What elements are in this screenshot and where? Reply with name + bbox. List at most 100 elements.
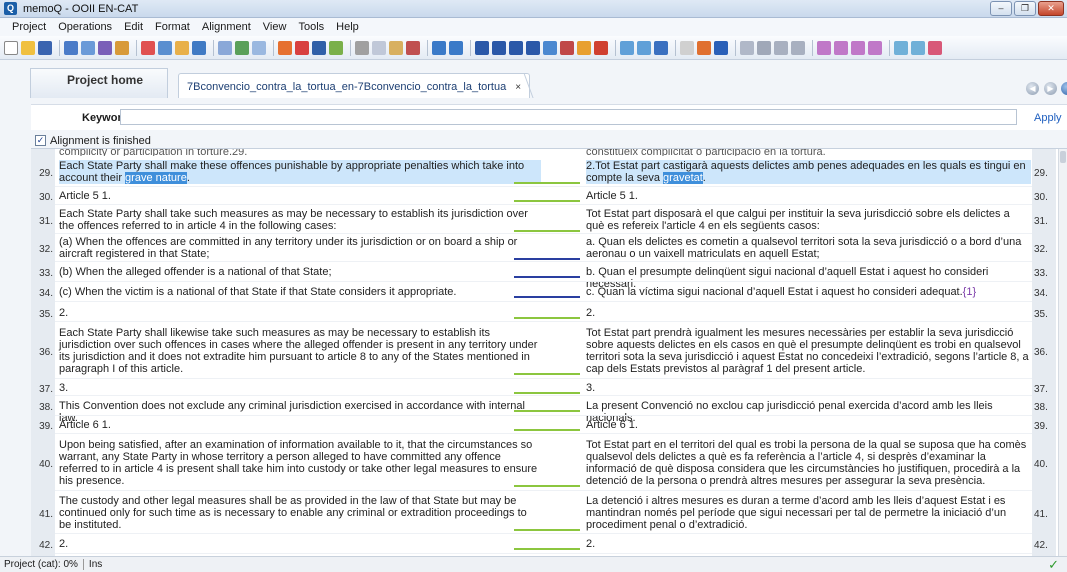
source-segment[interactable]: (b) When the alleged offender is a natio… [59,266,541,278]
preview-icon[interactable] [851,40,865,55]
insert-icon[interactable] [278,40,292,55]
paste-icon[interactable] [389,40,403,55]
statistics-icon[interactable] [868,40,882,55]
segment-row[interactable]: 32. (a) When the offences are committed i… [31,234,1048,262]
qa-icon[interactable] [654,40,668,55]
target-segment[interactable]: c. Quan la víctima sigui nacional d’aque… [586,286,1031,298]
source-segment[interactable]: Each State Party shall likewise take suc… [59,327,541,375]
menu-project[interactable]: Project [6,21,52,33]
nav-menu-icon[interactable] [1061,82,1067,95]
clear-icon[interactable] [560,40,574,55]
source-segment[interactable]: Article 5 1. [59,190,541,202]
save-icon[interactable] [38,40,52,55]
close-tab-icon[interactable]: × [515,82,521,93]
target-segment[interactable]: Tot Estat part disposarà el que calgui p… [586,208,1031,232]
import-icon[interactable] [834,40,848,55]
segment-row[interactable]: 31. Each State Party shall take such meas… [31,206,1048,234]
keywords-input[interactable] [120,109,1017,125]
filter-icon[interactable] [740,40,754,55]
source-segment[interactable]: The custody and other legal measures sha… [59,495,541,531]
segment-row[interactable]: 38. This Convention does not exclude any … [31,396,1048,424]
segment-row[interactable]: 33. (b) When the alleged offender is a na… [31,262,1048,290]
undo-icon[interactable] [432,40,446,55]
lock-icon[interactable] [791,40,805,55]
segment-row[interactable]: 39. Article 6 1. Article 6 1. 39. [31,416,1048,434]
source-segment[interactable]: Article 6 1. [59,419,541,431]
stop-icon[interactable] [594,40,608,55]
layout-icon[interactable] [894,40,908,55]
no-icon[interactable] [714,40,728,55]
alignment-link[interactable] [514,182,580,184]
cut-icon[interactable] [355,40,369,55]
edit-icon[interactable] [175,40,189,55]
target-segment[interactable]: 2. [586,538,1031,550]
format-icon[interactable] [406,40,420,55]
redo-icon[interactable] [449,40,463,55]
alignment-link[interactable] [514,548,580,550]
alignment-link[interactable] [514,276,580,278]
segment-row[interactable]: 41. The custody and other legal measures … [31,491,1048,534]
target-segment[interactable]: 3. [586,382,1031,394]
maximize-button[interactable]: ❐ [1014,1,1036,16]
warning-icon[interactable] [577,40,591,55]
segment-row[interactable]: 40. Upon being satisfied, after an examin… [31,434,1048,491]
alignment-link[interactable] [514,296,580,298]
menu-format[interactable]: Format [149,21,196,33]
comment-icon[interactable] [757,40,771,55]
minimize-button[interactable]: – [990,1,1012,16]
segment-row[interactable]: 35. 2. 2. 35. [31,303,1048,322]
alignment-link[interactable] [514,373,580,375]
alignment-link[interactable] [514,200,580,202]
alignment-finished-checkbox[interactable]: ✓ [35,135,46,146]
segment-row[interactable]: 29. Each State Party shall make these off… [31,157,1048,187]
source-segment[interactable]: Upon being satisfied, after an examinati… [59,439,541,487]
segment-icon[interactable] [492,40,506,55]
segment-icon[interactable] [509,40,523,55]
target-segment[interactable]: Tot Estat part en el territori del qual … [586,439,1031,487]
alignment-link[interactable] [514,258,580,260]
open-folder-icon[interactable] [21,40,35,55]
target-segment[interactable]: Tot Estat part prendrà igualment les mes… [586,327,1031,375]
list-icon[interactable] [252,40,266,55]
join-icon[interactable] [312,40,326,55]
dropdown-icon[interactable] [637,40,651,55]
split-icon[interactable] [98,40,112,55]
tag-icon[interactable] [543,40,557,55]
alignment-link[interactable] [514,230,580,232]
search-icon[interactable] [235,40,249,55]
grid-icon[interactable] [158,40,172,55]
confirm-icon[interactable] [774,40,788,55]
apply-button[interactable]: Apply [1034,112,1062,124]
alignment-link[interactable] [514,529,580,531]
move-icon[interactable] [329,40,343,55]
merge-icon[interactable] [218,40,232,55]
scrollbar-thumb[interactable] [1060,151,1066,163]
copy-icon[interactable] [372,40,386,55]
delete-icon[interactable] [295,40,309,55]
segment-icon[interactable] [475,40,489,55]
segment-row[interactable]: 37. 3. 3. 37. [31,379,1048,396]
source-segment[interactable]: Each State Party shall make these offenc… [59,160,541,184]
layout-icon[interactable] [911,40,925,55]
alignment-link[interactable] [514,485,580,487]
sort-icon[interactable] [81,40,95,55]
filter-icon[interactable] [115,40,129,55]
source-segment[interactable]: 2. [59,538,541,550]
target-segment[interactable]: La detenció i altres mesures es duran a … [586,495,1031,531]
grid-scrollbar[interactable] [1058,149,1067,556]
alignment-link[interactable] [514,410,580,412]
tab-project-home[interactable]: Project home [30,68,168,98]
alignment-link[interactable] [514,392,580,394]
source-segment[interactable]: Each State Party shall take such measure… [59,208,541,232]
menu-help[interactable]: Help [330,21,365,33]
chart-icon[interactable] [141,40,155,55]
nav-back-icon[interactable]: ◀ [1026,82,1039,95]
source-segment[interactable]: (c) When the victim is a national of tha… [59,286,541,298]
menu-view[interactable]: View [257,21,293,33]
target-segment[interactable]: 2. [586,307,1031,319]
alignment-link[interactable] [514,429,580,431]
target-segment[interactable]: a. Quan els delictes es cometin a qualse… [586,236,1031,260]
close-window-button[interactable]: ✕ [1038,1,1064,16]
tab-alignment-document[interactable]: 7Bconvencio_contra_la_tortua_en-7Bconven… [178,73,530,98]
refresh-icon[interactable] [697,40,711,55]
